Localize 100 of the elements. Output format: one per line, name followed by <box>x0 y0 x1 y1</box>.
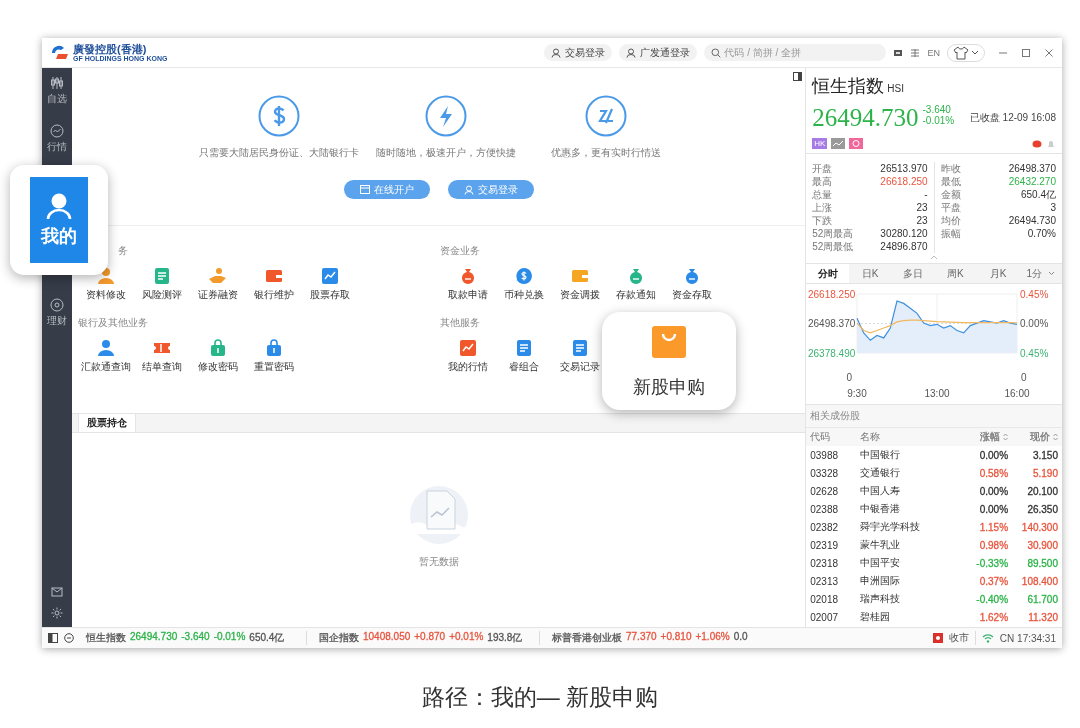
service-item[interactable]: 风险测评 <box>141 267 182 302</box>
column-header[interactable]: 名称 <box>860 430 951 444</box>
chart-badge-icon[interactable] <box>831 138 846 149</box>
alert-icon[interactable] <box>1032 139 1042 148</box>
user-icon <box>46 192 72 220</box>
sidebar-item[interactable]: 行情 <box>47 122 67 156</box>
chart-tab[interactable]: 日K <box>848 264 892 283</box>
stat-value: 26494.730 <box>1008 214 1056 227</box>
service-item[interactable]: 重置密码 <box>253 339 294 374</box>
stat-label: 金额 <box>940 188 961 201</box>
service-item[interactable]: 我的行情 <box>447 339 488 374</box>
service-item[interactable]: 存款通知 <box>615 267 656 302</box>
stat-label: 最高 <box>812 175 833 188</box>
wifi-icon <box>981 633 994 643</box>
chart-tab[interactable]: 分时 <box>806 264 849 283</box>
service-item[interactable]: 取款申请 <box>447 267 488 302</box>
ticker-name: 国企指数 <box>319 631 359 645</box>
service-item[interactable]: 证券融资 <box>197 267 238 302</box>
axis-label: 13:00 <box>924 388 950 399</box>
index-change: -3.640 <box>922 104 952 115</box>
axis-label: 9:30 <box>847 388 867 399</box>
chart-tab[interactable]: 多日 <box>891 264 935 283</box>
service-item[interactable]: 汇款通查询 <box>80 339 131 374</box>
login-button[interactable]: 交易登录 <box>544 44 613 61</box>
service-item[interactable]: 睿组合 <box>508 339 539 374</box>
stat-value: 23 <box>916 201 928 214</box>
chat-icon[interactable] <box>64 633 74 643</box>
holdings-tab[interactable]: 股票持仓 <box>77 414 136 432</box>
table-cell-text: 5.190 <box>1031 467 1058 479</box>
table-cell-text: 02007 <box>810 611 840 623</box>
column-header[interactable]: 涨幅 <box>950 430 1009 444</box>
table-cell-text: 舜宇光学科技 <box>860 520 922 534</box>
lightning-icon <box>425 95 468 137</box>
axis-label: 0 <box>1021 372 1027 383</box>
sidebar-item[interactable]: 自选 <box>47 74 67 108</box>
column-header[interactable]: 现价 <box>1008 430 1058 444</box>
table-cell-text: 中银香港 <box>860 502 902 516</box>
section-title: 银行及其他业务 <box>77 317 148 328</box>
table-cell-text: 02319 <box>810 539 840 551</box>
column-header[interactable]: 代码 <box>810 430 861 444</box>
sidebar-item[interactable]: 我的 <box>30 177 88 263</box>
feature-text: 优惠多，更有实时行情送 <box>551 146 662 160</box>
maximize-icon[interactable] <box>1021 47 1031 58</box>
chart-tab[interactable]: 月K <box>976 264 1020 283</box>
ticker-amount: 0.0 <box>733 631 748 644</box>
settings-icon[interactable] <box>51 607 63 619</box>
sidebar-item[interactable]: 理财 <box>47 296 67 330</box>
service-item[interactable]: 资料修改 <box>85 267 126 302</box>
ticker-percent: +0.01% <box>449 631 484 644</box>
login-button[interactable]: 广发通登录 <box>619 44 698 61</box>
mail-icon[interactable] <box>51 587 63 597</box>
service-item[interactable]: 资金存取 <box>671 267 712 302</box>
layout-icon[interactable] <box>48 633 58 643</box>
ticker-amount: 650.4亿 <box>249 631 285 645</box>
ticker-price: 77.370 <box>626 631 657 644</box>
chart-tab[interactable]: 1分 <box>1019 264 1062 283</box>
table-cell-text: 89.500 <box>1026 557 1058 569</box>
screenshot-icon[interactable] <box>893 47 904 58</box>
ipo-label[interactable]: 新股申购 <box>633 375 705 399</box>
chart-tab[interactable]: 周K <box>934 264 977 283</box>
service-item[interactable]: 币种兑换 <box>503 267 544 302</box>
caption: 路径：我的— 新股申购 <box>420 683 660 712</box>
table-cell-text: 11.320 <box>1027 611 1058 623</box>
stat-label: 昨收 <box>940 162 961 175</box>
ticker-percent: +1.06% <box>695 631 730 644</box>
table-cell-text: 中国银行 <box>860 448 902 462</box>
table-cell-text: 蒙牛乳业 <box>860 538 902 552</box>
table-cell-text: 02318 <box>810 557 840 569</box>
stat-label: 开盘 <box>812 162 833 175</box>
stat-label: 上涨 <box>812 201 833 214</box>
service-item[interactable]: 交易记录 <box>559 339 600 374</box>
index-price: 26494.730 <box>812 104 919 132</box>
service-item[interactable]: 修改密码 <box>197 339 238 374</box>
stat-label: 最低 <box>940 175 961 188</box>
service-item[interactable]: 银行维护 <box>253 267 294 302</box>
ticker-change: +0.810 <box>660 631 692 644</box>
ticker-name: 标普香港创业板 <box>552 631 622 645</box>
feature-text: 随时随地，极速开户，方便快捷 <box>376 146 517 160</box>
shirt-icon[interactable] <box>953 45 969 60</box>
grid-icon[interactable] <box>910 47 921 58</box>
axis-label: 26498.370 <box>808 318 856 329</box>
ticker-change: -3.640 <box>181 631 210 644</box>
stat-value: 3 <box>1050 201 1056 214</box>
language-toggle[interactable]: EN <box>927 47 940 58</box>
table-cell-text: 02628 <box>810 485 840 497</box>
caret-icon[interactable] <box>971 49 979 56</box>
service-item[interactable]: 资金调拨 <box>559 267 600 302</box>
table-cell-text: 0.37% <box>978 575 1009 587</box>
panel-toggle-icon[interactable] <box>793 72 803 81</box>
table-cell-text: 03328 <box>810 467 840 479</box>
user-icon <box>463 184 474 195</box>
stat-label: 总量 <box>812 188 833 201</box>
service-item[interactable]: 结单查询 <box>141 339 182 374</box>
index-code: HSI <box>887 83 904 94</box>
close-icon[interactable] <box>1044 47 1054 58</box>
ticker-name: 恒生指数 <box>86 631 126 645</box>
search-field[interactable]: 代码 / 简拼 / 全拼 <box>704 44 887 61</box>
ring-badge-icon[interactable] <box>849 138 864 149</box>
table-cell-text: 20.100 <box>1026 485 1058 497</box>
service-item[interactable]: 股票存取 <box>309 267 350 302</box>
